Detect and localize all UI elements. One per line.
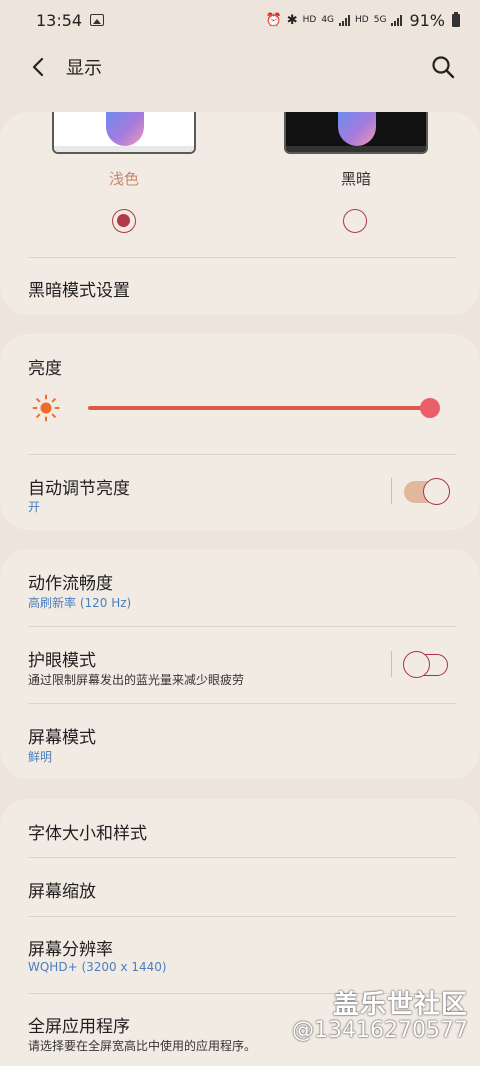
dark-theme-label: 黑暗	[340, 170, 371, 188]
toggle-separator	[391, 478, 392, 504]
motion-smoothness-title[interactable]: 动作流畅度	[28, 569, 113, 594]
brightness-slider-track[interactable]	[88, 406, 430, 410]
toggle-separator	[391, 651, 392, 677]
toggle-knob	[403, 651, 430, 678]
network-label-5g: 5G	[373, 15, 387, 25]
motion-card: 动作流畅度 高刷新率 (120 Hz) 护眼模式 通过限制屏幕发出的蓝光量来减少…	[0, 549, 480, 779]
light-theme-preview[interactable]	[52, 112, 196, 154]
battery-icon	[452, 11, 460, 27]
dark-theme-radio[interactable]	[343, 209, 367, 233]
brightness-slider-thumb[interactable]	[420, 398, 440, 418]
brightness-title: 亮度	[28, 359, 62, 379]
auto-brightness-value: 开	[28, 500, 41, 514]
status-bar: 13:54 ⏰ ✱ HD 4G HD 5G 91%	[0, 0, 480, 40]
light-preview-bar	[54, 146, 194, 152]
theme-card: 浅色 黑暗 黑暗模式设置	[0, 112, 480, 315]
watermark-community: 盖乐世社区	[332, 990, 468, 1020]
gallery-notification-icon	[90, 14, 105, 26]
eye-comfort-description: 通过限制屏幕发出的蓝光量来减少眼疲劳	[28, 673, 245, 687]
brightness-slider-fill	[88, 406, 430, 410]
sun-icon	[32, 394, 60, 422]
light-theme-radio[interactable]	[112, 209, 136, 233]
auto-brightness-toggle[interactable]	[404, 478, 450, 505]
network-label-4g: 4G	[321, 15, 335, 25]
bluetooth-icon: ✱	[286, 12, 298, 28]
divider	[28, 626, 456, 627]
dark-theme-preview[interactable]	[284, 112, 428, 154]
back-arrow-icon[interactable]	[26, 54, 52, 80]
toggle-knob	[423, 478, 450, 505]
app-header: 显示	[0, 44, 480, 90]
eye-comfort-title[interactable]: 护眼模式	[28, 646, 96, 671]
font-size-style[interactable]: 字体大小和样式	[28, 819, 147, 844]
status-time: 13:54	[36, 10, 83, 30]
brightness-card: 亮度 自动调节亮度 开	[0, 334, 480, 530]
motion-smoothness-value: 高刷新率 (120 Hz)	[28, 596, 132, 610]
divider	[28, 454, 456, 455]
divider	[28, 857, 456, 858]
auto-brightness-title[interactable]: 自动调节亮度	[28, 474, 130, 499]
dark-preview-orb	[338, 112, 376, 146]
network-label-hd1: HD	[302, 15, 317, 25]
divider	[28, 257, 456, 258]
screen-resolution-title[interactable]: 屏幕分辨率	[28, 935, 113, 960]
battery-percent: 91%	[409, 10, 445, 30]
signal-icon-1	[339, 14, 351, 26]
screen-mode-value: 鲜明	[28, 750, 53, 764]
screen-zoom[interactable]: 屏幕缩放	[28, 877, 96, 902]
alarm-icon: ⏰	[265, 12, 282, 28]
signal-icon-2	[391, 14, 403, 26]
watermark-user: @13416270577	[292, 1018, 468, 1043]
eye-comfort-toggle[interactable]	[403, 651, 448, 678]
screen-mode-title[interactable]: 屏幕模式	[28, 723, 96, 748]
light-preview-orb	[106, 112, 144, 146]
divider	[28, 916, 456, 917]
screen-resolution-value: WQHD+ (3200 x 1440)	[28, 960, 167, 974]
divider	[28, 703, 456, 704]
fullscreen-apps-description: 请选择要在全屏宽高比中使用的应用程序。	[28, 1039, 257, 1053]
fullscreen-apps-title[interactable]: 全屏应用程序	[28, 1012, 130, 1037]
light-theme-label: 浅色	[108, 170, 139, 188]
search-icon[interactable]	[430, 54, 456, 80]
page-title: 显示	[66, 58, 102, 79]
network-label-hd2: HD	[355, 15, 369, 25]
status-icons: ⏰ ✱ HD 4G HD 5G 91%	[266, 11, 460, 30]
dark-mode-settings[interactable]: 黑暗模式设置	[28, 276, 130, 301]
dark-preview-bar	[286, 146, 426, 152]
